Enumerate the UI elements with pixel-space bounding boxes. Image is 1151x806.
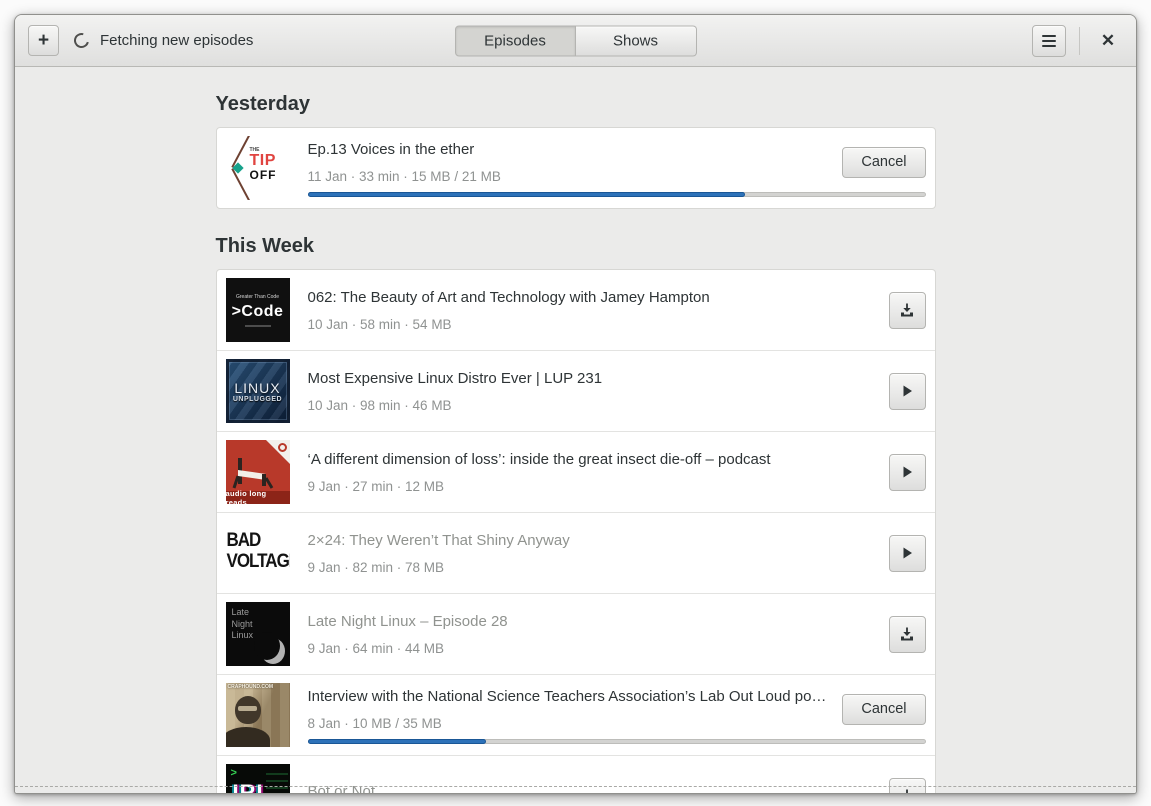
play-episode-button[interactable] [888, 453, 926, 491]
episode-row[interactable]: BAD VOLTAGE 2×24: They Weren’t That Shin… [216, 512, 935, 593]
download-episode-button[interactable] [888, 615, 926, 653]
moon-icon [253, 632, 285, 664]
section-title: This Week [215, 235, 315, 257]
close-button[interactable]: ✕ [1093, 26, 1123, 56]
download-episode-button[interactable] [888, 291, 926, 329]
cover-text: OFF [249, 168, 277, 182]
podcast-cover-craphound: CRAPHOUND.COM [225, 683, 290, 747]
download-icon [901, 303, 913, 317]
cover-text: LINUX [234, 379, 281, 396]
episode-meta: 10 Jan · 58 min · 54 MB [307, 316, 452, 332]
podcast-cover-late-night-linux: Late Night Linux [225, 602, 290, 666]
episode-row[interactable]: Greater Than Code >Code 062: The Beauty … [217, 270, 935, 350]
tab-episodes[interactable]: Episodes [454, 25, 576, 56]
undershoot-indicator [15, 786, 1136, 787]
status-text: Fetching new episodes [100, 32, 254, 49]
episodes-card: THE TIP OFF Ep.13 Voices in the ether 11… [215, 127, 936, 209]
podcast-cover-greater-than-code: Greater Than Code >Code [225, 278, 290, 342]
episode-meta: 8 Jan · 10 MB / 35 MB [307, 715, 442, 731]
cover-text: TIP [249, 152, 276, 169]
podcast-cover-audio-long-reads: audio long reads [225, 440, 290, 504]
headerbar-right: ✕ [1032, 24, 1123, 57]
headerbar: + Fetching new episodes Episodes Shows ✕ [15, 15, 1136, 67]
cover-portrait-body [225, 727, 270, 747]
app-window: + Fetching new episodes Episodes Shows ✕… [14, 14, 1137, 794]
hamburger-icon [1042, 34, 1056, 47]
cover-text: Greater Than Code [236, 293, 279, 300]
download-progressbar [307, 192, 926, 197]
episode-row[interactable]: > IRL Bot or Not [216, 755, 935, 793]
play-icon [903, 547, 912, 559]
section-title: Yesterday [215, 93, 311, 115]
cover-text: Late [231, 607, 250, 617]
cancel-download-button[interactable]: Cancel [842, 693, 926, 725]
play-episode-button[interactable] [888, 534, 926, 572]
episode-title: Ep.13 Voices in the ether [307, 140, 475, 158]
episode-title: Late Night Linux – Episode 28 [307, 612, 508, 630]
header-separator [1079, 26, 1080, 55]
cover-banner-text: audio long reads [225, 489, 290, 504]
episode-row[interactable]: CRAPHOUND.COM Interview with the Nationa… [216, 674, 935, 755]
cover-text: UNPLUGGED [232, 395, 283, 403]
episode-title: ‘A different dimension of loss’: inside … [307, 450, 771, 468]
episode-title: 062: The Beauty of Art and Technology wi… [307, 288, 710, 306]
episodes-column: Yesterday THE TIP OFF Ep.13 Voices in th… [215, 91, 936, 793]
add-podcast-button[interactable]: + [28, 25, 59, 56]
episode-row[interactable]: audio long reads ‘A different dimension … [216, 431, 935, 512]
guardian-roundel-icon [277, 443, 287, 452]
download-icon [906, 789, 908, 793]
cover-text: CRAPHOUND.COM [227, 684, 274, 690]
podcast-cover-irl: > IRL [225, 764, 290, 793]
play-episode-button[interactable] [888, 372, 926, 410]
episode-meta: 10 Jan · 98 min · 46 MB [307, 397, 452, 413]
episode-meta: 9 Jan · 27 min · 12 MB [307, 478, 445, 494]
episode-title: Most Expensive Linux Distro Ever | LUP 2… [307, 369, 603, 387]
episode-meta: 9 Jan · 64 min · 44 MB [307, 640, 445, 656]
cover-rule [244, 324, 271, 327]
download-progress-fill [307, 192, 745, 197]
spinner-icon [71, 30, 92, 51]
play-icon [903, 385, 912, 397]
episode-row[interactable]: LINUX UNPLUGGED Most Expensive Linux Dis… [216, 350, 935, 431]
view-switcher: Episodes Shows [454, 25, 697, 56]
podcast-cover-the-tip-off: THE TIP OFF [225, 136, 290, 200]
episode-title: Bot or Not [307, 783, 376, 793]
podcast-cover-bad-voltage: BAD VOLTAGE [225, 521, 290, 585]
episode-title: Interview with the National Science Teac… [307, 687, 831, 705]
episodes-card: Greater Than Code >Code 062: The Beauty … [215, 269, 936, 793]
download-progressbar [307, 739, 926, 744]
episode-row[interactable]: THE TIP OFF Ep.13 Voices in the ether 11… [217, 128, 935, 208]
download-progress-fill [307, 739, 487, 744]
episode-meta: 9 Jan · 82 min · 78 MB [307, 559, 445, 575]
cover-text: Night [231, 618, 253, 629]
tab-shows[interactable]: Shows [575, 25, 697, 56]
episode-meta: 11 Jan · 33 min · 15 MB / 21 MB [307, 168, 501, 184]
episode-row[interactable]: Late Night Linux Late Night Linux – Epis… [216, 593, 935, 674]
download-icon [901, 627, 913, 641]
podcast-cover-linux-unplugged: LINUX UNPLUGGED [225, 359, 290, 423]
cancel-download-button[interactable]: Cancel [842, 146, 926, 178]
cover-portrait-glasses [237, 706, 257, 711]
play-icon [903, 466, 912, 478]
episode-title: 2×24: They Weren’t That Shiny Anyway [307, 531, 570, 549]
episodes-view: Yesterday THE TIP OFF Ep.13 Voices in th… [15, 67, 1136, 793]
cover-text: VOLTAGE [226, 549, 290, 572]
menu-button[interactable] [1032, 24, 1066, 57]
cover-text: >Code [231, 302, 284, 320]
